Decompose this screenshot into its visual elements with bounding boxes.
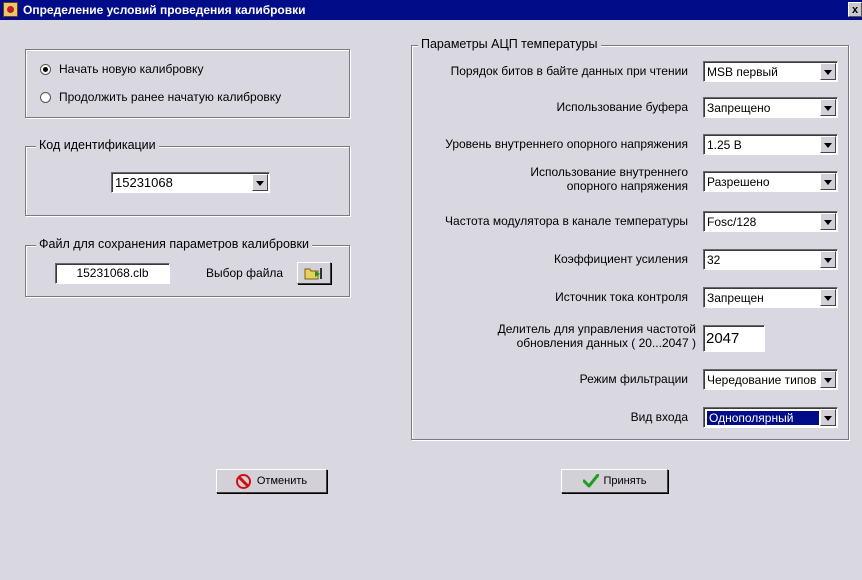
- cancel-button[interactable]: Отменить: [216, 469, 327, 493]
- window-title: Определение условий проведения калибровк…: [23, 3, 306, 17]
- radio-label: Продолжить ранее начатую калибровку: [59, 90, 282, 104]
- ident-code-value: 15231068: [115, 175, 173, 190]
- param-label-line: опорного напряжения: [566, 179, 688, 193]
- select-buffer[interactable]: Запрещено: [703, 97, 838, 118]
- update-divider-value: 2047: [706, 330, 740, 347]
- chevron-down-icon[interactable]: [820, 289, 836, 306]
- select-filter-mode[interactable]: Чередование типов: [703, 369, 838, 390]
- param-label-filter-mode: Режим фильтрации: [579, 372, 688, 386]
- app-icon: [3, 2, 18, 17]
- select-input-type[interactable]: Однополярный: [703, 407, 838, 428]
- param-label-line: обновления данных ( 20...2047 ): [516, 336, 696, 350]
- select-value: Fosc/128: [707, 215, 757, 229]
- file-legend: Файл для сохранения параметров калибровк…: [36, 237, 312, 251]
- chevron-down-icon[interactable]: [820, 251, 836, 268]
- chevron-down-icon[interactable]: [820, 99, 836, 116]
- select-value: MSB первый: [707, 65, 778, 79]
- radio-new-calibration[interactable]: Начать новую калибровку: [40, 62, 203, 76]
- cancel-label: Отменить: [256, 475, 308, 487]
- close-button[interactable]: x: [848, 2, 862, 17]
- chevron-down-icon[interactable]: [820, 136, 836, 153]
- param-label-buffer: Использование буфера: [556, 100, 688, 114]
- param-label-line: Делитель для управления частотой: [497, 322, 696, 336]
- ident-group: Код идентификации 15231068: [25, 138, 350, 216]
- cancel-icon: [235, 473, 251, 489]
- chevron-down-icon[interactable]: [820, 409, 836, 426]
- chevron-down-icon[interactable]: [252, 174, 268, 191]
- select-modulator-freq[interactable]: Fosc/128: [703, 211, 838, 232]
- param-label-update-divider: Делитель для управления частотой обновле…: [498, 322, 696, 350]
- select-value: Чередование типов: [707, 373, 817, 387]
- checkmark-icon: [582, 474, 599, 488]
- param-label-ref-voltage-level: Уровень внутреннего опорного напряжения: [445, 137, 688, 151]
- select-value: Разрешено: [707, 175, 770, 189]
- select-value: Запрещено: [707, 101, 771, 115]
- accept-button[interactable]: Принять: [561, 469, 668, 493]
- select-bit-order[interactable]: MSB первый: [703, 61, 838, 82]
- radio-continue-calibration[interactable]: Продолжить ранее начатую калибровку: [40, 90, 281, 104]
- chevron-down-icon[interactable]: [820, 371, 836, 388]
- select-value-text: Однополярный: [707, 411, 819, 425]
- select-ref-voltage-level[interactable]: 1.25 В: [703, 134, 838, 155]
- folder-arrow-icon: [304, 268, 322, 280]
- select-gain[interactable]: 32: [703, 249, 838, 270]
- param-label-internal-ref: Использование внутреннего опорного напря…: [530, 165, 688, 193]
- select-value: Запрещен: [707, 291, 764, 305]
- filename-value: 15231068.clb: [76, 266, 149, 280]
- ident-code-select[interactable]: 15231068: [111, 172, 270, 193]
- select-value: Однополярный: [707, 411, 819, 425]
- filename-field[interactable]: 15231068.clb: [55, 263, 170, 284]
- select-value: 32: [707, 253, 721, 267]
- choose-file-label: Выбор файла: [206, 266, 284, 280]
- update-divider-field[interactable]: 2047: [703, 325, 765, 352]
- param-label-current-source: Источник тока контроля: [555, 290, 688, 304]
- param-label-gain: Коэффициент усиления: [553, 252, 688, 266]
- radio-button[interactable]: [40, 63, 51, 75]
- select-internal-ref[interactable]: Разрешено: [703, 171, 838, 192]
- adc-params-group: Параметры АЦП температуры Порядок битов …: [411, 37, 849, 440]
- title-bar: Определение условий проведения калибровк…: [0, 0, 862, 20]
- chevron-down-icon[interactable]: [820, 63, 836, 80]
- select-current-source[interactable]: Запрещен: [703, 287, 838, 308]
- select-value: 1.25 В: [707, 138, 742, 152]
- file-group: Файл для сохранения параметров калибровк…: [25, 237, 350, 297]
- param-label-modulator-freq: Частота модулятора в канале температуры: [445, 214, 688, 228]
- choose-file-button[interactable]: [297, 262, 331, 284]
- adc-params-legend: Параметры АЦП температуры: [418, 37, 601, 51]
- radio-label: Начать новую калибровку: [59, 62, 204, 76]
- accept-label: Принять: [603, 475, 647, 487]
- ident-legend: Код идентификации: [36, 138, 159, 152]
- param-label-line: Использование внутреннего: [530, 165, 688, 179]
- param-label-input-type: Вид входа: [630, 410, 688, 424]
- param-label-bit-order: Порядок битов в байте данных при чтении: [450, 64, 688, 78]
- chevron-down-icon[interactable]: [820, 173, 836, 190]
- chevron-down-icon[interactable]: [820, 213, 836, 230]
- radio-button[interactable]: [40, 91, 51, 103]
- mode-group: Начать новую калибровку Продолжить ранее…: [25, 49, 350, 118]
